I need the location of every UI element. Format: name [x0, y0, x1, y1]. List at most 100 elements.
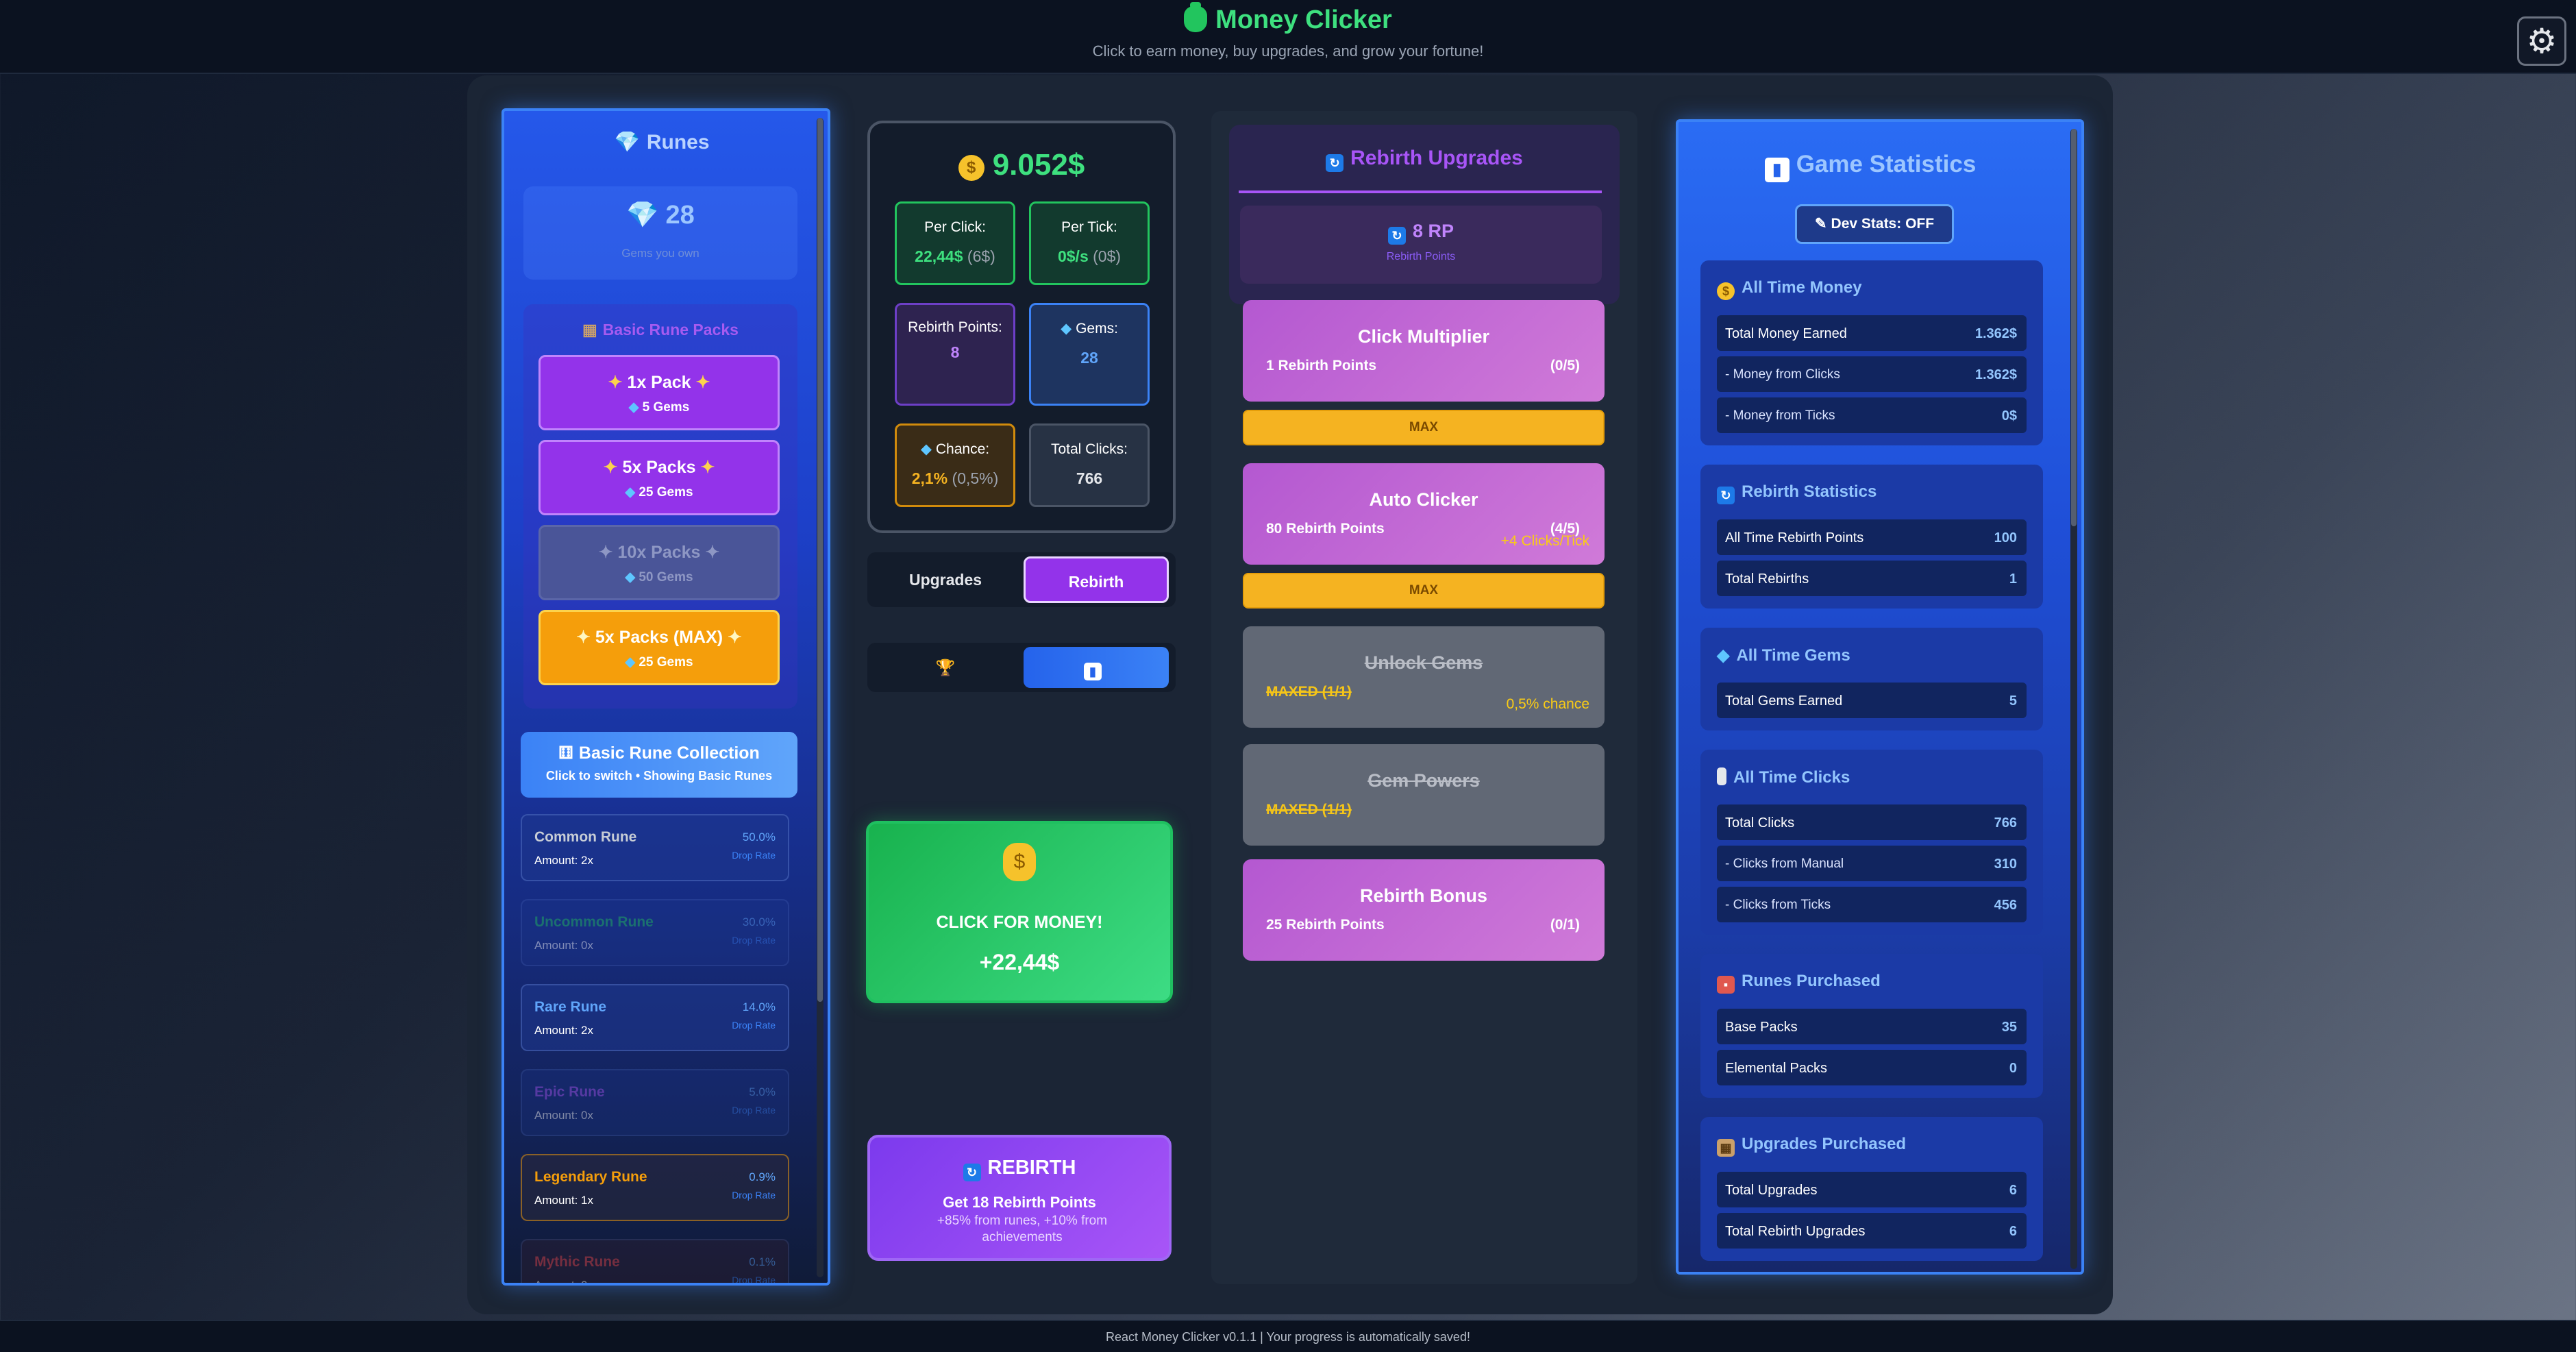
- rp-label: Rebirth Points: [1386, 251, 1456, 262]
- stats-section-clicks: All Time Clicks Total Clicks 766 - Clicks…: [1700, 750, 2043, 935]
- section-title-text: All Time Gems: [1736, 646, 1850, 665]
- stats-scrollbar[interactable]: [2070, 129, 2077, 1269]
- rune-item-epic: Epic Rune Amount: 0x 5.0% Drop Rate: [521, 1069, 789, 1136]
- runes-panel[interactable]: 💎 Runes 💎 28 Gems you own ▦ Basic Rune Pack…: [501, 108, 830, 1286]
- settings-gear-icon[interactable]: ⚙: [2517, 16, 2566, 66]
- upgrade-level: (0/5): [1550, 358, 1580, 373]
- buy-5x-packs-max-button[interactable]: ✦ 5x Packs (MAX) ✦ ◆ 25 Gems: [538, 610, 780, 685]
- rune-name: Uncommon Rune: [534, 914, 654, 930]
- rebirth-upgrades-panel: ↻ Rebirth Upgrades ↻ 8 RP Rebirth Points C…: [1211, 111, 1637, 1284]
- runes-scrollbar[interactable]: [817, 118, 823, 1277]
- section-title: $ All Time Money: [1717, 278, 1862, 300]
- pack-cost: ◆ 25 Gems: [541, 484, 778, 500]
- per-click-value: 22,44$ (6$): [897, 247, 1013, 266]
- stat-value: 0: [2009, 1061, 2017, 1076]
- gems-owned-box: 💎 28 Gems you own: [523, 186, 797, 280]
- runes-scrollbar-thumb[interactable]: [817, 118, 823, 1002]
- footer: React Money Clicker v0.1.1 | Your progre…: [0, 1320, 2576, 1352]
- coin-icon: $: [958, 155, 984, 181]
- upgrade-rebirth-bonus[interactable]: Rebirth Bonus 25 Rebirth Points (0/1): [1243, 859, 1605, 961]
- per-tick-value: 0$/s (0$): [1031, 247, 1148, 266]
- stats-section-gems: ◆ All Time Gems Total Gems Earned 5: [1700, 628, 2043, 730]
- stat-label: Total Clicks: [1725, 815, 1795, 831]
- buy-1x-pack-button[interactable]: ✦ 1x Pack ✦ ◆ 5 Gems: [538, 355, 780, 430]
- pack-label: ✦ 5x Packs (MAX) ✦: [541, 627, 778, 648]
- refresh-icon: ↻: [1717, 487, 1735, 504]
- upgrade-name: Click Multiplier: [1357, 326, 1490, 347]
- stat-row: - Money from Clicks 1.362$: [1717, 356, 2027, 392]
- stat-row: - Clicks from Ticks 456: [1717, 887, 2027, 922]
- rebirth-detail: +85% from runes, +10% from achievements: [937, 1214, 1108, 1244]
- rune-drop-pct: 0.9%: [749, 1170, 776, 1183]
- stat-value: 1.362$: [1974, 367, 2017, 382]
- upgrade-cost: MAXED (1/1): [1266, 802, 1352, 818]
- per-tick-number: 0$/s: [1057, 247, 1089, 265]
- upgrade-cost: 1 Rebirth Points: [1266, 358, 1377, 373]
- gems-label: Gems you own: [621, 247, 699, 260]
- chart-icon[interactable]: ▮: [1024, 647, 1169, 688]
- chance-value: 2,1% (0,5%): [897, 469, 1013, 488]
- upgrade-click-multiplier[interactable]: Click Multiplier 1 Rebirth Points (0/5): [1243, 300, 1605, 402]
- section-title: ◆ All Time Gems: [1717, 646, 1850, 665]
- chance-base: (0,5%): [952, 469, 999, 487]
- sparkle-icon: ✦: [723, 628, 742, 647]
- section-title-text: All Time Clicks: [1733, 768, 1850, 787]
- stat-label: Total Money Earned: [1725, 326, 1847, 341]
- rune-collection-toggle-button[interactable]: ⚅ Basic Rune Collection Click to switch •…: [521, 732, 797, 798]
- click-multiplier-max-button[interactable]: MAX: [1243, 410, 1605, 445]
- rune-drop-label: Drop Rate: [732, 850, 776, 861]
- rune-item-uncommon: Uncommon Rune Amount: 0x 30.0% Drop Rate: [521, 899, 789, 966]
- rune-amount: Amount: 2x: [534, 854, 593, 867]
- stat-row: Total Rebirths 1: [1717, 561, 2027, 596]
- rune-name: Common Rune: [534, 829, 637, 845]
- gem-icon: ◆: [1061, 321, 1076, 336]
- upgrade-note: +4 Clicks/Tick: [1500, 533, 1589, 549]
- box-icon: ▦: [582, 321, 597, 339]
- app-subtitle: Click to earn money, buy upgrades, and g…: [1092, 42, 1484, 60]
- trophy-icon[interactable]: 🏆: [873, 647, 1018, 688]
- buy-10x-packs-button[interactable]: ✦ 10x Packs ✦ ◆ 50 Gems: [538, 525, 780, 600]
- upgrade-name: Auto Clicker: [1369, 489, 1478, 510]
- game-statistics-panel[interactable]: ▮ Game Statistics ✎ Dev Stats: OFF $ All Ti…: [1676, 119, 2084, 1275]
- gems-card-label-text: Gems:: [1076, 321, 1118, 336]
- rebirth-points-value: 8: [950, 343, 960, 361]
- upgrade-auto-clicker[interactable]: Auto Clicker 80 Rebirth Points (4/5) +4 …: [1243, 463, 1605, 565]
- click-value: +22,44$: [979, 950, 1060, 974]
- packs-title-text: Basic Rune Packs: [602, 321, 739, 339]
- tab-upgrades[interactable]: Upgrades: [873, 556, 1018, 603]
- stat-label: All Time Rebirth Points: [1725, 530, 1864, 545]
- coin-icon: $: [1003, 843, 1036, 881]
- pack-label-text: 1x Pack: [627, 373, 691, 392]
- click-for-money-button[interactable]: $ CLICK FOR MONEY! +22,44$: [866, 821, 1173, 1003]
- rune-drop-label: Drop Rate: [732, 1190, 776, 1201]
- dev-stats-toggle-button[interactable]: ✎ Dev Stats: OFF: [1795, 204, 1954, 244]
- stat-row: Base Packs 35: [1717, 1009, 2027, 1044]
- rune-drop-label: Drop Rate: [732, 935, 776, 946]
- rune-amount: Amount: 0x: [534, 1109, 593, 1122]
- stat-row: Total Money Earned 1.362$: [1717, 315, 2027, 351]
- pack-label: ✦ 10x Packs ✦: [541, 542, 778, 563]
- stat-label: - Clicks from Manual: [1725, 857, 1844, 871]
- tab-rebirth[interactable]: Rebirth: [1024, 556, 1169, 603]
- section-title-text: Rebirth Statistics: [1742, 482, 1877, 501]
- secondary-tabs: 🏆 ▮: [867, 643, 1176, 692]
- rune-name: Mythic Rune: [534, 1254, 620, 1270]
- stat-value: 6: [2009, 1183, 2017, 1198]
- chance-number: 2,1%: [911, 469, 948, 487]
- total-clicks-label: Total Clicks:: [1050, 441, 1128, 457]
- pack-label-text: 10x Packs: [617, 543, 701, 562]
- rune-name: Epic Rune: [534, 1084, 605, 1100]
- stat-value: 456: [1994, 898, 2017, 913]
- buy-5x-packs-button[interactable]: ✦ 5x Packs ✦ ◆ 25 Gems: [538, 440, 780, 515]
- collection-title: ⚅ Basic Rune Collection: [521, 743, 797, 763]
- stats-scrollbar-thumb[interactable]: [2071, 129, 2077, 526]
- rebirth-button[interactable]: ↻ REBIRTH Get 18 Rebirth Points +85% from…: [867, 1135, 1172, 1261]
- money-bag-icon: $: [869, 843, 1170, 881]
- pack-label-text: 5x Packs (MAX): [595, 628, 723, 647]
- runes-title: 💎 Runes: [504, 130, 819, 154]
- stat-label: Total Rebirth Upgrades: [1725, 1224, 1866, 1239]
- upgrade-note: 0,5% chance: [1506, 696, 1589, 712]
- rune-item-mythic: Mythic Rune Amount: 0x 0.1% Drop Rate: [521, 1239, 789, 1283]
- auto-clicker-max-button[interactable]: MAX: [1243, 573, 1605, 609]
- runes-title-text: Runes: [646, 131, 710, 153]
